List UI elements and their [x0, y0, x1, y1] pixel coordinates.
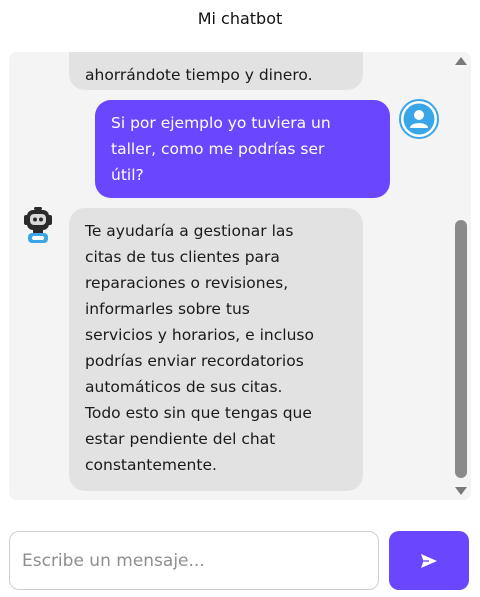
scroll-up-arrow-icon[interactable] [455, 57, 467, 65]
bot-message: ahorrándote tiempo y dinero. [69, 52, 363, 90]
robot-avatar-icon [18, 206, 58, 246]
send-button[interactable] [389, 531, 469, 590]
message-text: Te ayudaría a gestionar las citas de tus… [85, 222, 314, 474]
message-text: Si por ejemplo yo tuviera un taller, com… [111, 114, 331, 184]
chat-panel[interactable]: ahorrándote tiempo y dinero. Si por ejem… [9, 52, 471, 500]
scrollbar[interactable] [451, 52, 471, 500]
page-title: Mi chatbot [197, 9, 283, 28]
scroll-down-arrow-icon[interactable] [455, 487, 467, 495]
chat-app: Mi chatbot ahorrándote tiempo y dinero. … [0, 0, 480, 597]
message-input[interactable] [9, 531, 379, 590]
bot-message: Te ayudaría a gestionar las citas de tus… [69, 208, 363, 491]
user-message: Si por ejemplo yo tuviera un taller, com… [95, 100, 390, 198]
message-text: ahorrándote tiempo y dinero. [85, 66, 313, 84]
user-avatar-icon [399, 99, 439, 139]
message-list: ahorrándote tiempo y dinero. Si por ejem… [9, 52, 449, 500]
send-icon [421, 554, 437, 568]
scrollbar-thumb[interactable] [455, 220, 467, 478]
